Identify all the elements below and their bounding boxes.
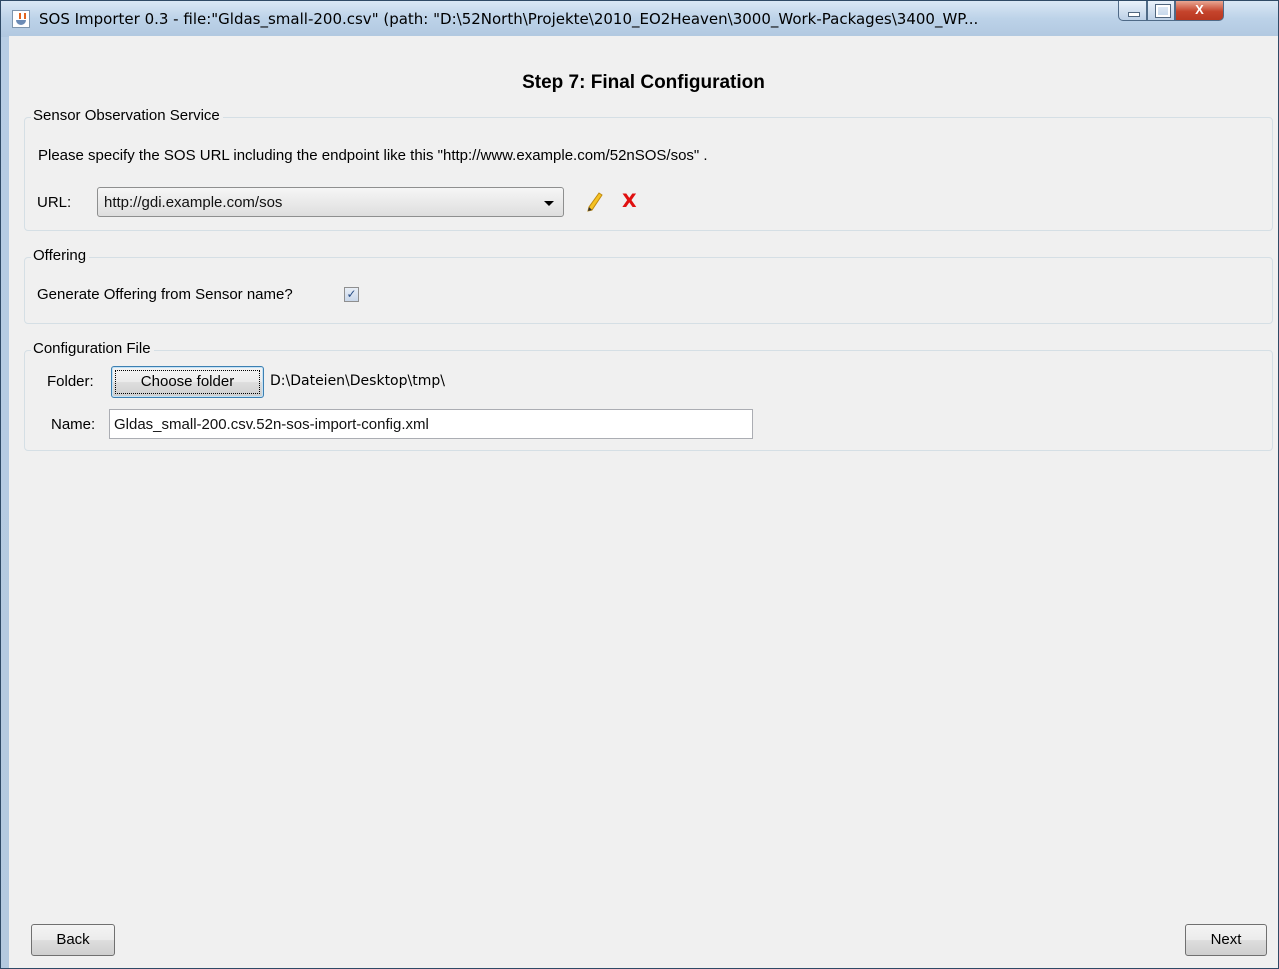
- minimize-button[interactable]: [1118, 1, 1147, 21]
- config-file-group-title: Configuration File: [31, 340, 154, 357]
- back-button-label: Back: [56, 931, 90, 948]
- sos-group-title: Sensor Observation Service: [31, 107, 223, 124]
- config-name-input[interactable]: Gldas_small-200.csv.52n-sos-import-confi…: [109, 409, 753, 439]
- url-combobox[interactable]: http://gdi.example.com/sos: [97, 187, 564, 217]
- delete-url-icon[interactable]: X: [622, 190, 637, 212]
- next-button[interactable]: Next: [1185, 924, 1267, 956]
- folder-path: D:\Dateien\Desktop\tmp\: [270, 373, 445, 389]
- focus-ring: [115, 370, 260, 394]
- name-label: Name:: [51, 416, 96, 433]
- offering-group-title: Offering: [31, 247, 90, 264]
- url-combobox-value: http://gdi.example.com/sos: [104, 194, 283, 211]
- config-name-value: Gldas_small-200.csv.52n-sos-import-confi…: [114, 416, 429, 433]
- maximize-icon: [1155, 4, 1171, 18]
- choose-folder-button[interactable]: Choose folder: [111, 366, 264, 398]
- chevron-down-icon[interactable]: [544, 201, 554, 206]
- next-button-label: Next: [1210, 931, 1242, 948]
- offering-checkbox-label: Generate Offering from Sensor name?: [37, 286, 293, 303]
- title-bar[interactable]: SOS Importer 0.3 - file:"Gldas_small-200…: [1, 1, 1278, 37]
- close-icon: X: [1195, 2, 1204, 17]
- url-label: URL:: [37, 194, 72, 211]
- sos-description: Please specify the SOS URL including the…: [38, 147, 708, 164]
- client-area-top: [9, 36, 1278, 60]
- maximize-button[interactable]: [1147, 1, 1175, 21]
- close-button[interactable]: X: [1175, 1, 1224, 21]
- window-title: SOS Importer 0.3 - file:"Gldas_small-200…: [39, 10, 979, 28]
- step-title: Step 7: Final Configuration: [522, 72, 765, 93]
- minimize-icon: [1128, 12, 1140, 17]
- java-cup-icon: [12, 10, 30, 28]
- back-button[interactable]: Back: [31, 924, 115, 956]
- pencil-icon[interactable]: [585, 192, 605, 212]
- generate-offering-checkbox[interactable]: ✓: [344, 287, 359, 302]
- folder-label: Folder:: [47, 373, 94, 390]
